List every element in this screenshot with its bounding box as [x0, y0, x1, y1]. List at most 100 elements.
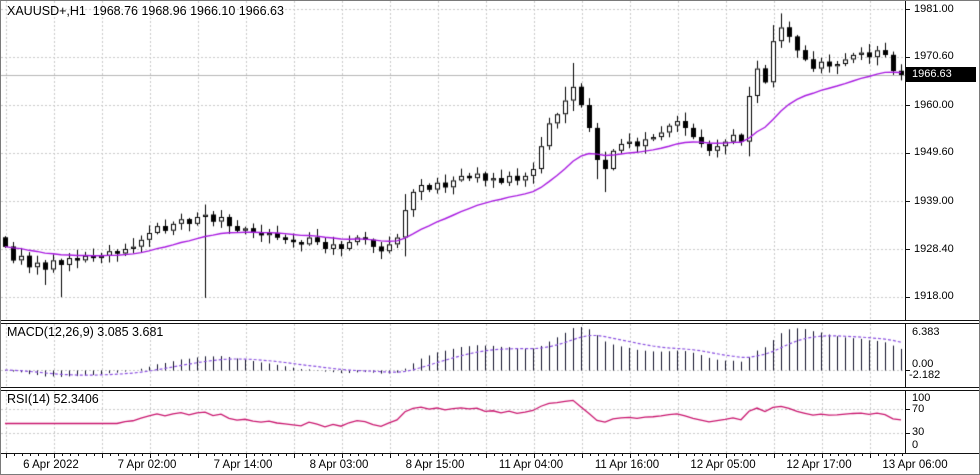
price-axis-label: 1960.00 — [914, 99, 954, 112]
time-axis-tick — [670, 454, 671, 456]
time-axis[interactable]: 6 Apr 20227 Apr 02:007 Apr 14:008 Apr 03… — [1, 453, 979, 475]
time-axis-tick — [230, 454, 231, 456]
time-axis-tick — [22, 454, 23, 456]
time-axis-tick — [358, 454, 359, 456]
time-axis-tick — [254, 454, 255, 456]
rsi-axis-label: 30 — [912, 426, 924, 439]
time-axis-tick — [598, 454, 599, 456]
time-axis-tick — [94, 454, 95, 456]
time-axis-tick — [566, 454, 567, 456]
time-axis-tick — [158, 454, 159, 456]
time-axis-label: 6 Apr 2022 — [23, 459, 79, 471]
time-axis-label: 7 Apr 02:00 — [118, 459, 177, 471]
time-axis-tick — [590, 454, 591, 456]
time-axis-tick — [198, 454, 199, 458]
time-axis-tick — [446, 454, 447, 456]
time-axis-tick — [54, 454, 55, 458]
time-axis-tick — [694, 454, 695, 456]
time-axis-tick — [582, 454, 583, 458]
time-axis-tick — [534, 454, 535, 458]
time-axis-tick — [14, 454, 15, 456]
time-axis-tick — [702, 454, 703, 456]
time-axis-tick — [862, 454, 863, 456]
price-axis-tick — [906, 153, 910, 154]
time-axis-tick — [182, 454, 183, 456]
time-axis-tick — [454, 454, 455, 456]
time-axis-tick — [78, 454, 79, 456]
panel-splitter-rsi[interactable] — [1, 387, 979, 391]
time-axis-tick — [726, 454, 727, 458]
time-axis-tick — [646, 454, 647, 456]
time-axis-tick — [38, 454, 39, 456]
time-axis-tick — [806, 454, 807, 456]
time-axis-tick — [398, 454, 399, 456]
time-axis-tick — [6, 454, 7, 458]
time-axis-tick — [574, 454, 575, 456]
time-axis-tick — [150, 454, 151, 458]
rsi-axis-label: 0 — [912, 439, 918, 452]
time-axis-tick — [662, 454, 663, 456]
time-axis-tick — [718, 454, 719, 456]
time-axis-tick — [758, 454, 759, 456]
time-axis-tick — [286, 454, 287, 456]
time-axis-tick — [70, 454, 71, 456]
time-axis-tick — [30, 454, 31, 456]
time-axis-tick — [678, 454, 679, 458]
macd-axis-label: -2.182 — [909, 369, 940, 382]
time-axis-tick — [686, 454, 687, 456]
time-axis-tick — [526, 454, 527, 456]
time-axis-tick — [134, 454, 135, 456]
time-axis-tick — [294, 454, 295, 458]
time-axis-tick — [638, 454, 639, 456]
time-axis-tick — [606, 454, 607, 456]
time-axis-label: 11 Apr 04:00 — [499, 459, 563, 471]
time-axis-label: 11 Apr 16:00 — [595, 459, 659, 471]
time-axis-tick — [374, 454, 375, 456]
time-axis-tick — [46, 454, 47, 456]
time-axis-tick — [838, 454, 839, 456]
macd-axis-tick — [906, 370, 910, 371]
rsi-indicator-panel[interactable] — [1, 391, 905, 453]
time-axis-tick — [206, 454, 207, 456]
time-axis-tick — [406, 454, 407, 456]
time-axis-tick — [342, 454, 343, 458]
main-price-chart[interactable] — [1, 1, 905, 320]
time-axis-tick — [774, 454, 775, 458]
time-axis-tick — [494, 454, 495, 456]
time-axis-label: 12 Apr 17:00 — [786, 459, 851, 471]
time-axis-tick — [238, 454, 239, 456]
panel-splitter-macd[interactable] — [1, 320, 979, 324]
time-axis-tick — [550, 454, 551, 456]
time-axis-tick — [350, 454, 351, 456]
time-axis-label: 8 Apr 15:00 — [406, 459, 465, 471]
price-axis-tick — [906, 105, 910, 106]
price-axis-label: 1928.40 — [914, 243, 954, 256]
time-axis-tick — [414, 454, 415, 456]
time-axis-tick — [798, 454, 799, 456]
time-axis-tick — [302, 454, 303, 456]
time-axis-tick — [190, 454, 191, 456]
time-axis-tick — [902, 454, 903, 456]
time-axis-tick — [790, 454, 791, 456]
time-axis-tick — [118, 454, 119, 456]
time-axis-tick — [382, 454, 383, 456]
price-axis-tick — [906, 201, 910, 202]
current-price-tag: 1966.63 — [906, 67, 976, 82]
macd-axis-label: 6.383 — [912, 326, 940, 339]
macd-label: MACD(12,26,9) 3.085 3.681 — [7, 325, 163, 339]
price-axis-label: 1939.00 — [914, 195, 954, 208]
time-axis-tick — [470, 454, 471, 456]
price-axis-label: 1970.60 — [914, 50, 954, 63]
time-axis-tick — [478, 454, 479, 456]
time-axis-tick — [542, 454, 543, 456]
time-axis-tick — [142, 454, 143, 456]
price-axis-tick — [906, 249, 910, 250]
time-axis-tick — [622, 454, 623, 456]
rsi-axis-tick — [906, 433, 910, 434]
time-axis-tick — [710, 454, 711, 456]
time-axis-tick — [518, 454, 519, 456]
time-axis-tick — [262, 454, 263, 456]
time-axis-label: 12 Apr 05:00 — [690, 459, 755, 471]
time-axis-tick — [750, 454, 751, 456]
time-axis-tick — [614, 454, 615, 456]
